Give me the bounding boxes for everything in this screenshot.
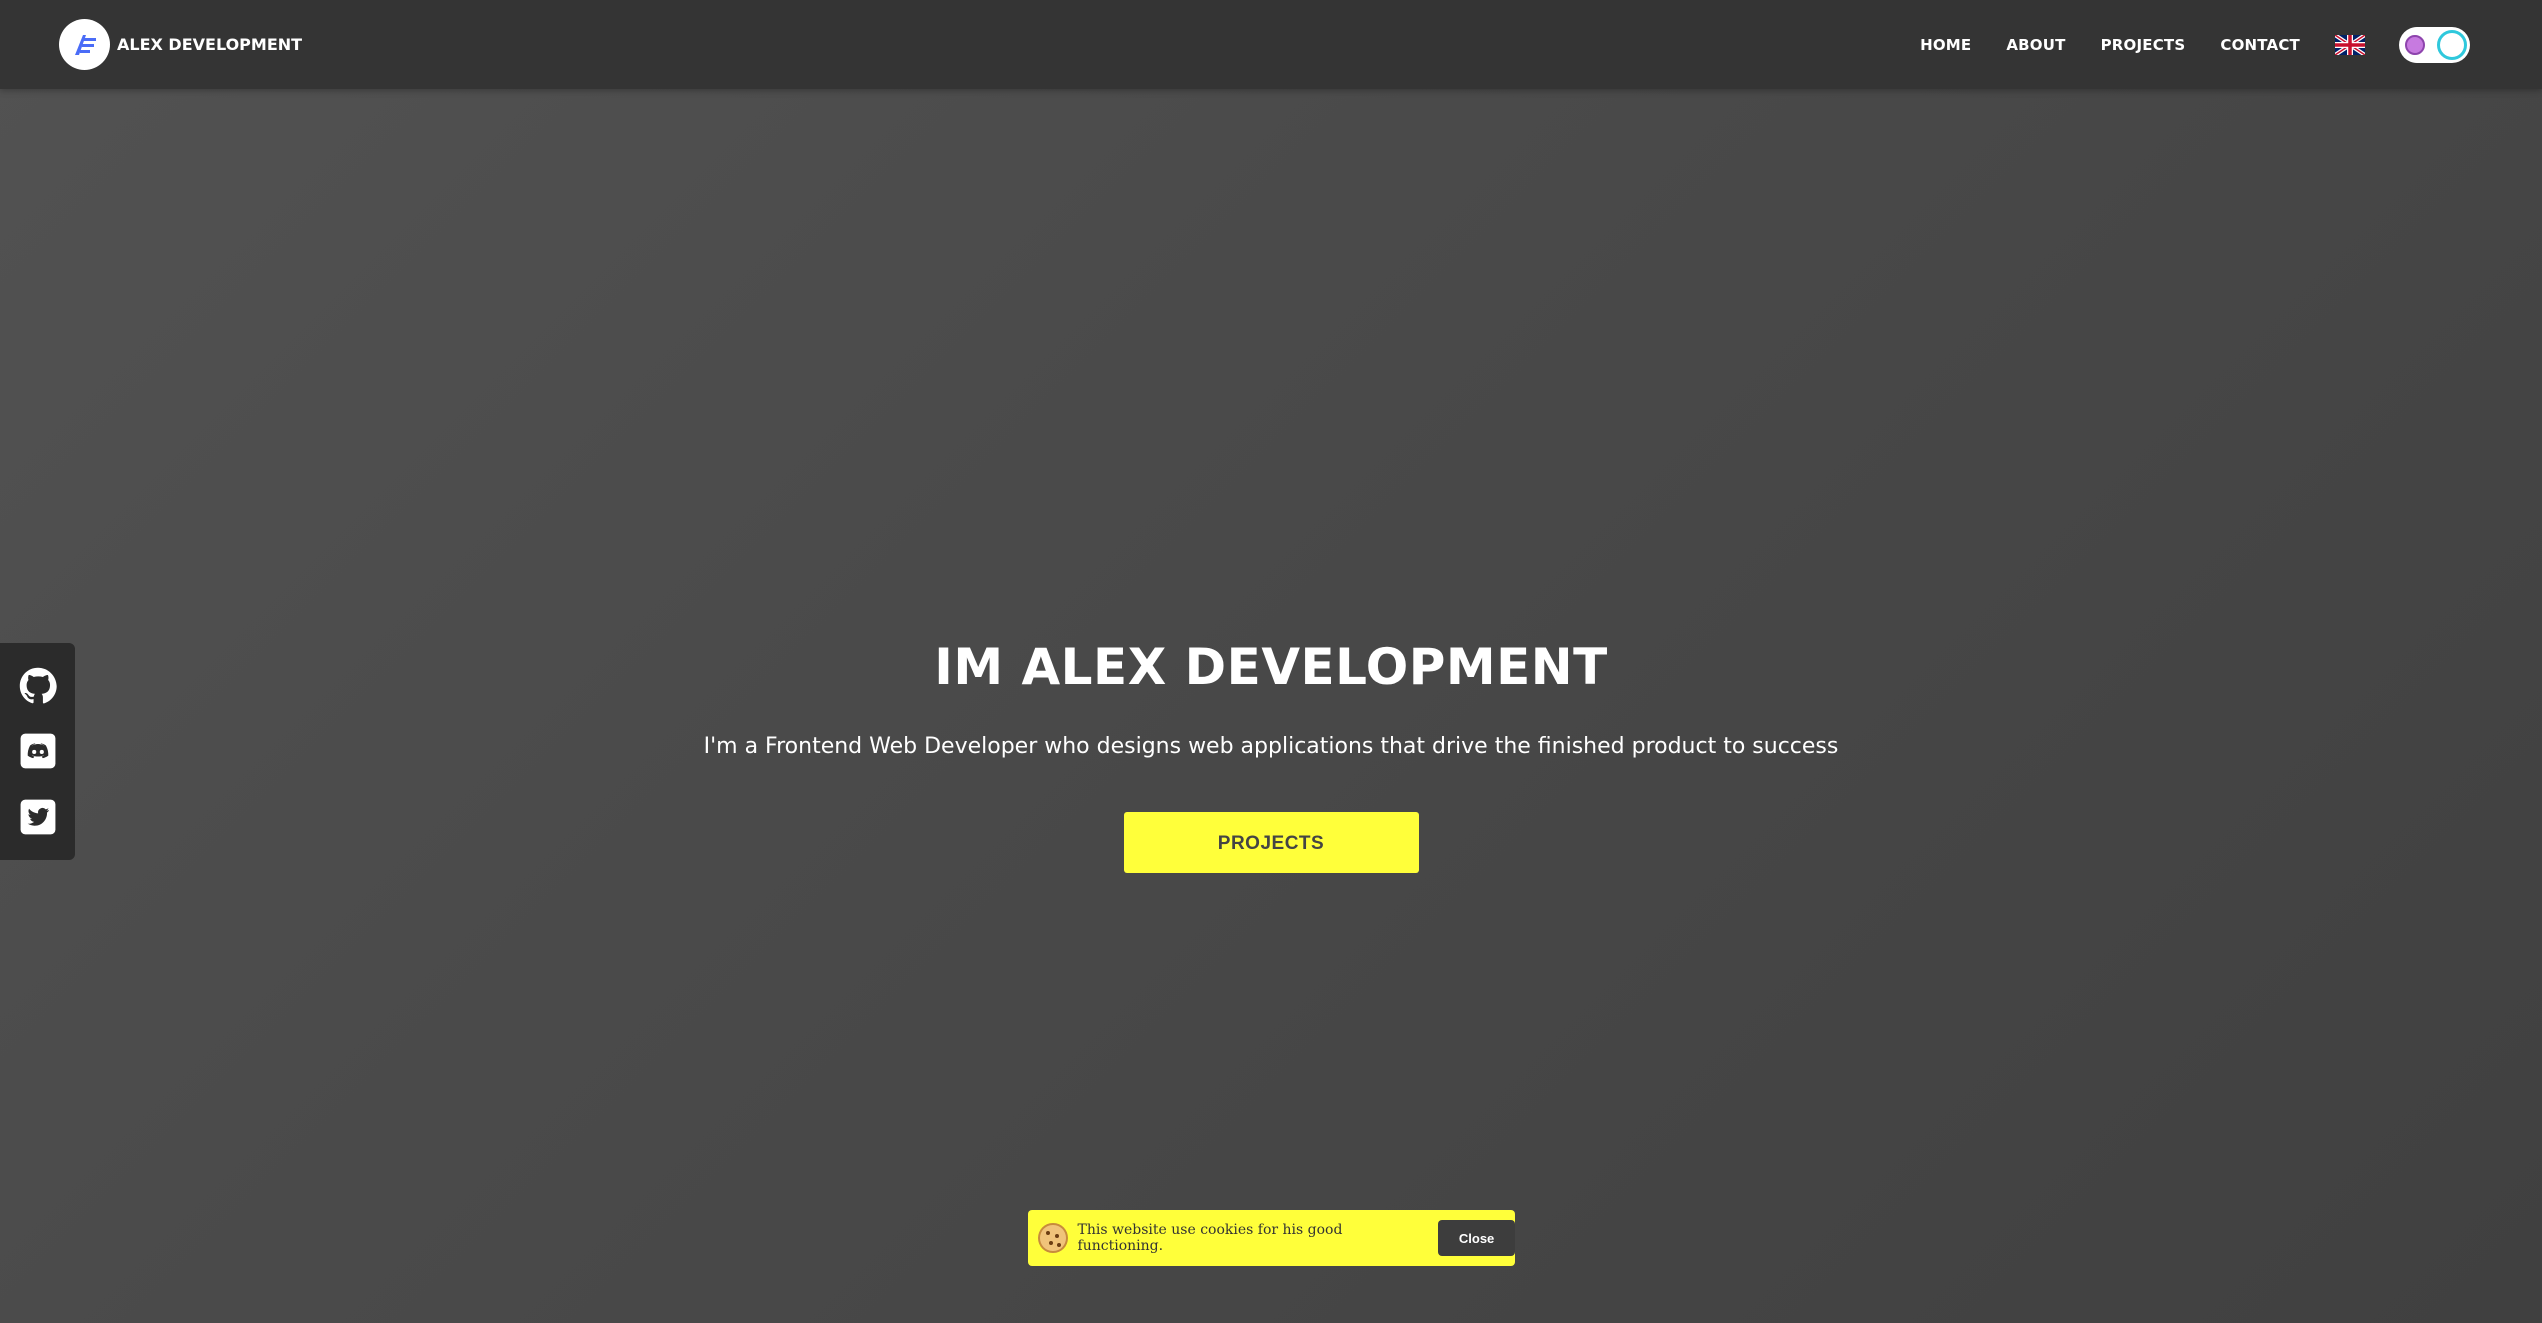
nav-menu: HOME ABOUT PROJECTS CONTACT xyxy=(1920,0,2542,89)
moon-icon xyxy=(2405,34,2425,55)
cookie-close-button[interactable]: Close xyxy=(1438,1220,1516,1256)
nav-link-home[interactable]: HOME xyxy=(1920,36,1971,54)
cookie-icon xyxy=(1038,1223,1068,1253)
theme-toggle[interactable] xyxy=(2399,26,2470,63)
uk-flag-icon[interactable] xyxy=(2335,34,2365,55)
projects-button[interactable]: PROJECTS xyxy=(1123,812,1419,873)
brand-logo xyxy=(59,19,110,70)
brand-logo-icon xyxy=(74,34,96,55)
brand-link[interactable]: ALEX DEVELOPMENT xyxy=(59,19,302,70)
nav-link-about[interactable]: ABOUT xyxy=(2006,36,2065,54)
navbar: ALEX DEVELOPMENT HOME ABOUT PROJECTS CON… xyxy=(0,0,2542,89)
nav-link-projects[interactable]: PROJECTS xyxy=(2101,36,2186,54)
cookie-banner: This website use cookies for his good fu… xyxy=(1028,1210,1516,1266)
hero-subtitle: I'm a Frontend Web Developer who designs… xyxy=(703,734,1839,759)
cookie-message: This website use cookies for his good fu… xyxy=(1077,1222,1343,1254)
nav-link-contact[interactable]: CONTACT xyxy=(2220,36,2300,54)
toggle-knob xyxy=(2437,29,2467,60)
brand-name: ALEX DEVELOPMENT xyxy=(117,35,303,54)
hero-title: IM ALEX DEVELOPMENT xyxy=(934,638,1608,696)
hero-section: IM ALEX DEVELOPMENT I'm a Frontend Web D… xyxy=(0,620,2542,873)
